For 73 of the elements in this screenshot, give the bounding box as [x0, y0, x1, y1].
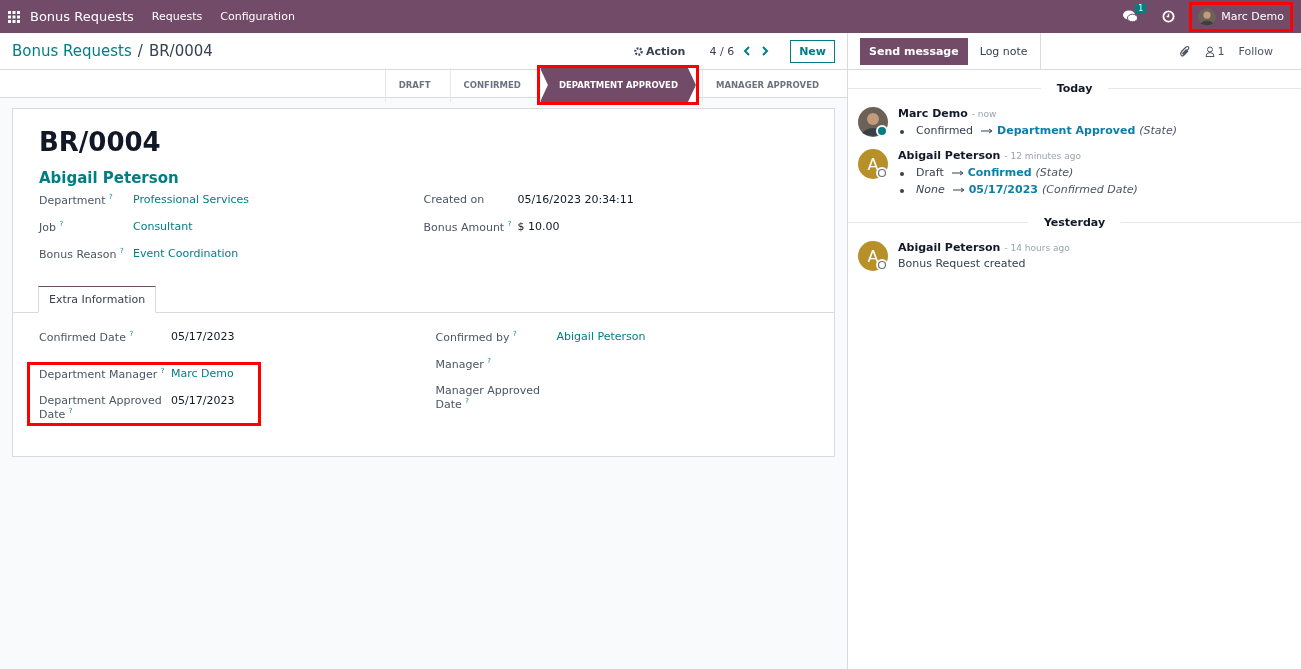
status-stage[interactable]: CONFIRMED: [449, 68, 534, 102]
next-icon[interactable]: [760, 46, 771, 56]
field-value[interactable]: Consultant: [133, 220, 193, 233]
field-value: 05/17/2023: [171, 330, 235, 343]
employee-name[interactable]: Abigail Peterson: [13, 157, 834, 193]
date-separator: Yesterday: [1042, 216, 1107, 229]
changed-field: (Confirmed Date): [1041, 183, 1138, 196]
field-label: Bonus Reason $^{?}$: [39, 247, 125, 261]
paperclip-icon[interactable]: [1179, 44, 1192, 58]
field-value[interactable]: Event Coordination: [133, 247, 239, 260]
breadcrumb-separator: /: [137, 42, 143, 60]
status-stage[interactable]: DEPARTMENT APPROVED: [539, 68, 696, 102]
action-menu[interactable]: Action: [634, 44, 686, 58]
chat-icon[interactable]: [1123, 10, 1139, 23]
apps-menu-icon[interactable]: [8, 10, 20, 23]
field-label: Confirmed Date $^{?}$: [39, 330, 135, 344]
field-label: Department Approved Date $^{?}$: [39, 394, 163, 421]
message-count-badge: 1: [1135, 4, 1147, 13]
user-menu[interactable]: Marc Demo: [1189, 1, 1293, 32]
bullet-icon: [900, 172, 904, 176]
breadcrumb-current: BR/0004: [148, 42, 213, 60]
new-value: Confirmed: [967, 166, 1032, 179]
field-label: Manager $^{?}$: [435, 357, 492, 371]
menu-item[interactable]: Configuration: [220, 10, 295, 23]
arrow-icon: [981, 128, 994, 134]
record-title: BR/0004: [38, 127, 162, 157]
field-label: Manager Approved Date $^{?}$: [435, 384, 541, 411]
message-body: Bonus Request created: [898, 257, 1027, 270]
clock-icon[interactable]: [1162, 10, 1176, 23]
pager-counter: 4 / 6: [709, 44, 735, 58]
changed-field: (State): [1035, 166, 1074, 179]
field-value: $ 10.00: [517, 220, 560, 233]
changed-field: (State): [1139, 124, 1177, 137]
followers-button[interactable]: 1: [1205, 44, 1225, 58]
field-label: Bonus Amount $^{?}$: [423, 220, 513, 234]
form-tab[interactable]: Extra Information: [38, 286, 157, 313]
field-value: 05/17/2023: [171, 394, 235, 407]
old-value: Confirmed: [916, 124, 974, 137]
status-stage[interactable]: MANAGER APPROVED: [701, 68, 832, 102]
field-value[interactable]: Marc Demo: [171, 367, 234, 380]
breadcrumb-link[interactable]: Bonus Requests: [12, 42, 132, 60]
status-stage[interactable]: DRAFT: [384, 68, 444, 102]
message-time: - now: [971, 109, 997, 119]
new-value: 05/17/2023: [968, 183, 1038, 196]
send-message-button[interactable]: Send message: [860, 37, 968, 65]
field-label: Job $^{?}$: [39, 220, 65, 234]
bullet-icon: [900, 189, 904, 193]
field-label: Department Manager $^{?}$: [39, 367, 166, 381]
date-separator: Today: [1055, 82, 1094, 95]
field-value: 05/16/2023 20:34:11: [517, 193, 634, 206]
app-title[interactable]: Bonus Requests: [30, 9, 134, 24]
field-label: Created on: [423, 193, 486, 206]
field-label: Department $^{?}$: [39, 193, 114, 207]
message-time: - 14 hours ago: [1004, 243, 1070, 253]
old-value: None: [916, 183, 945, 196]
old-value: Draft: [916, 166, 944, 179]
arrow-icon: [952, 187, 965, 193]
new-button[interactable]: New: [790, 39, 835, 63]
message-time: - 12 minutes ago: [1004, 151, 1081, 161]
message-author[interactable]: Marc Demo: [898, 107, 968, 120]
bullet-icon: [900, 130, 904, 134]
field-value[interactable]: Professional Services: [133, 193, 249, 206]
field-label: Confirmed by $^{?}$: [435, 330, 518, 344]
new-value: Department Approved: [997, 124, 1136, 137]
menu-item[interactable]: Requests: [151, 10, 203, 23]
previous-icon[interactable]: [742, 46, 753, 56]
field-value[interactable]: Abigail Peterson: [556, 330, 646, 343]
message-author[interactable]: Abigail Peterson: [898, 241, 1001, 254]
gear-icon: [634, 46, 643, 56]
follow-button[interactable]: Follow: [1238, 44, 1273, 58]
message-author[interactable]: Abigail Peterson: [898, 149, 1001, 162]
arrow-icon: [951, 170, 964, 176]
avatar-icon: [1198, 7, 1217, 26]
